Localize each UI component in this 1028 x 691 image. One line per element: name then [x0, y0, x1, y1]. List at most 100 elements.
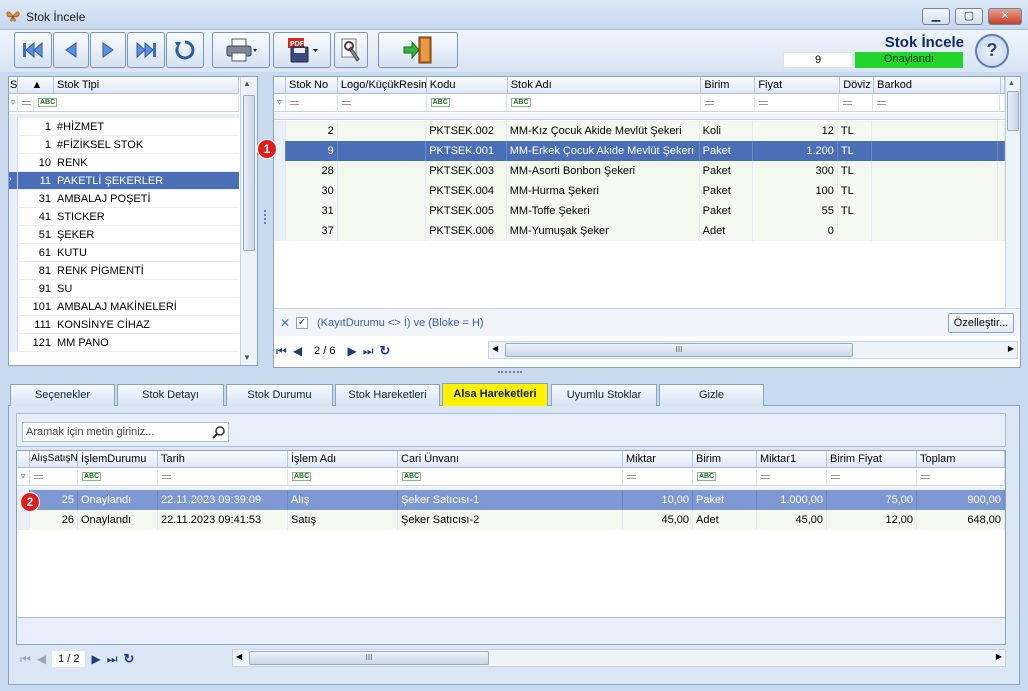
- scroll-left-icon[interactable]: ◀: [236, 652, 242, 661]
- stock-type-row[interactable]: 31 AMBALAJ POŞETİ: [9, 190, 239, 208]
- pdf-save-button[interactable]: PDF: [273, 32, 331, 68]
- col-header-miktar1[interactable]: Miktar1: [757, 451, 827, 467]
- stock-row[interactable]: 9 PKTSEK.001 MM-Erkek Çocuk Akide Mevlüt…: [274, 141, 1006, 161]
- pager-refresh-icon[interactable]: ↻: [124, 651, 135, 667]
- stock-type-row[interactable]: 111 KONSİNYE CİHAZ: [9, 316, 239, 334]
- refresh-button[interactable]: [166, 32, 204, 68]
- col-header-islem-durumu[interactable]: İşlemDurumu: [78, 451, 158, 467]
- stock-type-vscroll[interactable]: ▲ ▼: [240, 77, 257, 365]
- tab-0[interactable]: Seçenekler: [10, 384, 115, 406]
- col-header-stok-adi[interactable]: Stok Adı: [508, 77, 702, 93]
- sales-row[interactable]: 26 Onaylandı 22.11.2023 09:41:53 Satış Ş…: [17, 510, 1005, 530]
- pager-last-icon[interactable]: ⏭: [363, 344, 374, 359]
- stock-hscroll[interactable]: ◀ III ▶: [488, 341, 1018, 359]
- next-record-button[interactable]: [90, 32, 126, 68]
- stock-row[interactable]: 31 PKTSEK.005 MM-Toffe Şekeri Paket 55 T…: [274, 201, 1006, 221]
- col-header-doviz[interactable]: Döviz: [840, 77, 875, 93]
- stock-row[interactable]: 30 PKTSEK.004 MM-Hurma Şekeri Paket 100 …: [274, 181, 1006, 201]
- scroll-right-icon[interactable]: ▶: [996, 652, 1002, 661]
- print-button[interactable]: [212, 32, 270, 68]
- tab-1[interactable]: Stok Detayı: [117, 384, 224, 406]
- filter-abc-icon[interactable]: ABC: [34, 95, 239, 111]
- stock-type-row[interactable]: 91 SU: [9, 280, 239, 298]
- pager-last-icon[interactable]: ⏭: [107, 652, 118, 667]
- filter-expression[interactable]: (KayıtDurumu <> İ) ve (Bloke = H): [317, 317, 484, 329]
- tools-button[interactable]: [334, 32, 368, 68]
- col-header-kodu[interactable]: Kodu: [427, 77, 508, 93]
- stock-type-row[interactable]: › 11 PAKETLİ ŞEKERLER: [9, 172, 239, 190]
- first-record-button[interactable]: [14, 32, 52, 68]
- tab-5[interactable]: Uyumlu Stoklar: [551, 384, 657, 406]
- stock-type-row[interactable]: 101 AMBALAJ MAKİNELERİ: [9, 298, 239, 316]
- stock-type-filter-row[interactable]: ▿ ABC: [9, 95, 239, 112]
- vertical-splitter[interactable]: [264, 210, 266, 224]
- tab-3[interactable]: Stok Hareketleri: [335, 384, 440, 406]
- search-icon[interactable]: [212, 425, 226, 439]
- pager-refresh-icon[interactable]: ↻: [380, 343, 391, 359]
- pager-next-icon[interactable]: ▶: [347, 344, 356, 358]
- tab-4[interactable]: Alsa Hareketleri: [442, 383, 548, 406]
- col-header-birim[interactable]: Birim: [701, 77, 756, 93]
- stock-type-row[interactable]: 1 #HİZMET: [9, 118, 239, 136]
- exit-button[interactable]: [378, 32, 458, 68]
- stock-vscroll[interactable]: ▲: [1005, 77, 1020, 307]
- sales-hscroll[interactable]: ◀ III ▶: [232, 649, 1006, 667]
- col-header-fiyat[interactable]: Fiyat: [755, 77, 841, 93]
- sort-asc-icon[interactable]: ▲: [18, 77, 54, 93]
- minimize-button[interactable]: ▁: [922, 8, 950, 25]
- stock-row[interactable]: 28 PKTSEK.003 MM-Asorti Bonbon Şekeri Pa…: [274, 161, 1006, 181]
- sales-filter-row[interactable]: ▿ ABC ABC ABC ABC: [17, 469, 1005, 486]
- scroll-thumb[interactable]: III: [505, 343, 853, 357]
- stock-row[interactable]: 2 PKTSEK.002 MM-Kız Çocuk Akide Mevlüt Ş…: [274, 121, 1006, 141]
- stock-row[interactable]: 37 PKTSEK.006 MM-Yumuşak Şeker Adet 0: [274, 221, 1006, 241]
- pager-next-icon[interactable]: ▶: [91, 652, 100, 666]
- col-header-cari-unvani[interactable]: Cari Ünvanı: [398, 451, 623, 467]
- scroll-thumb[interactable]: III: [249, 651, 489, 665]
- scroll-down-icon[interactable]: ▼: [243, 353, 251, 362]
- horizontal-splitter[interactable]: [498, 371, 522, 373]
- stock-type-row[interactable]: 10 RENK: [9, 154, 239, 172]
- stock-type-row[interactable]: 51 ŞEKER: [9, 226, 239, 244]
- scroll-up-icon[interactable]: ▲: [1008, 80, 1015, 87]
- filter-equals-icon[interactable]: [18, 95, 34, 111]
- col-header-barkod[interactable]: Barkod: [874, 77, 1001, 93]
- sales-row[interactable]: 25 Onaylandı 22.11.2023 09:39:09 Alış Şe…: [17, 490, 1005, 510]
- stock-filter-row[interactable]: ▿ ABC ABC: [274, 95, 1005, 112]
- pager-first-icon[interactable]: ⏮: [20, 652, 31, 667]
- search-input[interactable]: Aramak için metin giriniz...: [22, 422, 229, 442]
- close-button[interactable]: ✕: [988, 8, 1022, 25]
- clear-filter-icon[interactable]: ✕: [280, 316, 290, 330]
- col-header-stok-no[interactable]: Stok No: [286, 77, 338, 93]
- pager-first-icon[interactable]: ⏮: [276, 344, 287, 359]
- col-header-birim-fiyat[interactable]: Birim Fiyat: [827, 451, 917, 467]
- stock-type-row[interactable]: 41 STICKER: [9, 208, 239, 226]
- pager-prev-icon[interactable]: ◀: [37, 652, 46, 666]
- prev-record-button[interactable]: [53, 32, 89, 68]
- scroll-left-icon[interactable]: ◀: [492, 344, 498, 353]
- col-header-s[interactable]: S: [9, 77, 18, 93]
- col-header-birim[interactable]: Birim: [693, 451, 757, 467]
- stock-type-row[interactable]: 1 #FİZİKSEL STOK: [9, 136, 239, 154]
- help-button[interactable]: ?: [975, 34, 1009, 68]
- col-header-toplam[interactable]: Toplam: [917, 451, 1005, 467]
- customize-button[interactable]: Özelleştir...: [948, 313, 1014, 333]
- stock-type-row[interactable]: 121 MM PANO: [9, 334, 239, 352]
- scroll-right-icon[interactable]: ▶: [1008, 344, 1014, 353]
- col-header-islem-adi[interactable]: İşlem Adı: [288, 451, 398, 467]
- col-header-stok-tipi[interactable]: Stok Tipi: [54, 77, 239, 93]
- last-record-button[interactable]: [127, 32, 165, 68]
- tab-2[interactable]: Stok Durumu: [226, 384, 333, 406]
- pager-prev-icon[interactable]: ◀: [293, 344, 302, 358]
- scroll-up-icon[interactable]: ▲: [243, 79, 251, 88]
- maximize-button[interactable]: ▢: [955, 8, 983, 25]
- scroll-thumb[interactable]: [243, 95, 255, 251]
- stock-type-row[interactable]: 81 RENK PİGMENTİ: [9, 262, 239, 280]
- filter-enable-checkbox[interactable]: ✓: [296, 317, 308, 329]
- scroll-thumb[interactable]: [1007, 91, 1019, 131]
- tab-6[interactable]: Gizle: [659, 384, 764, 406]
- col-header-alis-satis-no[interactable]: AlışSatışNo: [30, 451, 78, 467]
- col-header-logo[interactable]: Logo/KüçükResim: [338, 77, 427, 93]
- col-header-tarih[interactable]: Tarih: [158, 451, 288, 467]
- stock-type-row[interactable]: 61 KUTU: [9, 244, 239, 262]
- col-header-miktar[interactable]: Miktar: [623, 451, 693, 467]
